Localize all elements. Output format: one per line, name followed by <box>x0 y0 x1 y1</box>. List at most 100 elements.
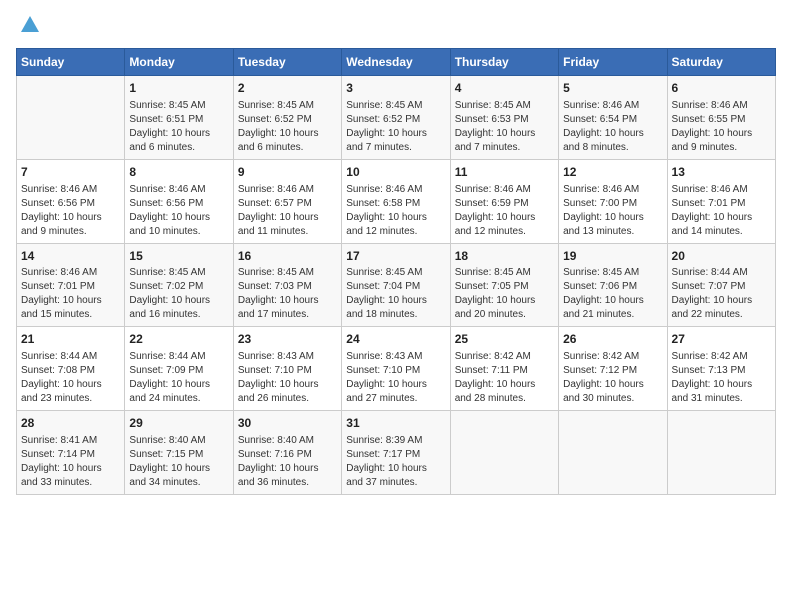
calendar-cell: 10 Sunrise: 8:46 AM Sunset: 6:58 PM Dayli… <box>342 159 450 243</box>
weekday-header-friday: Friday <box>559 49 667 76</box>
weekday-header-thursday: Thursday <box>450 49 558 76</box>
day-content: Sunrise: 8:42 AM Sunset: 7:12 PM Dayligh… <box>563 350 662 406</box>
day-number: 21 <box>21 331 120 348</box>
day-content: Sunrise: 8:45 AM Sunset: 7:02 PM Dayligh… <box>129 266 228 322</box>
day-number: 25 <box>455 331 554 348</box>
calendar-cell: 28 Sunrise: 8:41 AM Sunset: 7:14 PM Dayli… <box>17 411 125 495</box>
calendar-cell: 3 Sunrise: 8:45 AM Sunset: 6:52 PM Daylig… <box>342 76 450 160</box>
calendar-cell: 23Sunrise: 8:43 AM Sunset: 7:10 PM Dayli… <box>233 327 341 411</box>
calendar-cell: 11Sunrise: 8:46 AM Sunset: 6:59 PM Dayli… <box>450 159 558 243</box>
day-content: Sunrise: 8:46 AM Sunset: 6:55 PM Dayligh… <box>672 99 771 155</box>
calendar-cell: 19Sunrise: 8:45 AM Sunset: 7:06 PM Dayli… <box>559 243 667 327</box>
day-content: Sunrise: 8:45 AM Sunset: 7:03 PM Dayligh… <box>238 266 337 322</box>
calendar-cell: 21Sunrise: 8:44 AM Sunset: 7:08 PM Dayli… <box>17 327 125 411</box>
weekday-header-sunday: Sunday <box>17 49 125 76</box>
day-number: 16 <box>238 248 337 265</box>
day-number: 20 <box>672 248 771 265</box>
day-number: 19 <box>563 248 662 265</box>
day-number: 26 <box>563 331 662 348</box>
weekday-header-monday: Monday <box>125 49 233 76</box>
day-content: Sunrise: 8:45 AM Sunset: 7:05 PM Dayligh… <box>455 266 554 322</box>
day-content: Sunrise: 8:42 AM Sunset: 7:13 PM Dayligh… <box>672 350 771 406</box>
calendar-cell <box>450 411 558 495</box>
page-header <box>16 16 776 36</box>
day-number: 29 <box>129 415 228 432</box>
day-content: Sunrise: 8:45 AM Sunset: 6:52 PM Dayligh… <box>346 99 445 155</box>
calendar-cell: 16Sunrise: 8:45 AM Sunset: 7:03 PM Dayli… <box>233 243 341 327</box>
day-content: Sunrise: 8:45 AM Sunset: 6:52 PM Dayligh… <box>238 99 337 155</box>
day-number: 13 <box>672 164 771 181</box>
day-number: 10 <box>346 164 445 181</box>
calendar-cell: 9 Sunrise: 8:46 AM Sunset: 6:57 PM Daylig… <box>233 159 341 243</box>
day-content: Sunrise: 8:46 AM Sunset: 7:01 PM Dayligh… <box>672 183 771 239</box>
calendar-cell: 13 Sunrise: 8:46 AM Sunset: 7:01 PM Dayli… <box>667 159 775 243</box>
calendar-header: SundayMondayTuesdayWednesdayThursdayFrid… <box>17 49 776 76</box>
calendar-cell: 14Sunrise: 8:46 AM Sunset: 7:01 PM Dayli… <box>17 243 125 327</box>
calendar-cell: 20Sunrise: 8:44 AM Sunset: 7:07 PM Dayli… <box>667 243 775 327</box>
day-number: 12 <box>563 164 662 181</box>
calendar-body: 1 Sunrise: 8:45 AM Sunset: 6:51 PM Daylig… <box>17 76 776 495</box>
day-content: Sunrise: 8:46 AM Sunset: 6:56 PM Dayligh… <box>129 183 228 239</box>
day-content: Sunrise: 8:40 AM Sunset: 7:16 PM Dayligh… <box>238 434 337 490</box>
day-content: Sunrise: 8:45 AM Sunset: 7:06 PM Dayligh… <box>563 266 662 322</box>
calendar-cell <box>667 411 775 495</box>
calendar-week-1: 1 Sunrise: 8:45 AM Sunset: 6:51 PM Daylig… <box>17 76 776 160</box>
calendar-week-4: 21Sunrise: 8:44 AM Sunset: 7:08 PM Dayli… <box>17 327 776 411</box>
calendar-cell: 31Sunrise: 8:39 AM Sunset: 7:17 PM Dayli… <box>342 411 450 495</box>
day-number: 24 <box>346 331 445 348</box>
calendar-cell: 8 Sunrise: 8:46 AM Sunset: 6:56 PM Daylig… <box>125 159 233 243</box>
day-number: 8 <box>129 164 228 181</box>
day-content: Sunrise: 8:41 AM Sunset: 7:14 PM Dayligh… <box>21 434 120 490</box>
calendar-cell: 17Sunrise: 8:45 AM Sunset: 7:04 PM Dayli… <box>342 243 450 327</box>
calendar-cell: 6 Sunrise: 8:46 AM Sunset: 6:55 PM Daylig… <box>667 76 775 160</box>
calendar-week-2: 7 Sunrise: 8:46 AM Sunset: 6:56 PM Daylig… <box>17 159 776 243</box>
weekday-header-saturday: Saturday <box>667 49 775 76</box>
day-content: Sunrise: 8:45 AM Sunset: 6:53 PM Dayligh… <box>455 99 554 155</box>
day-number: 4 <box>455 80 554 97</box>
day-content: Sunrise: 8:46 AM Sunset: 6:54 PM Dayligh… <box>563 99 662 155</box>
calendar-table: SundayMondayTuesdayWednesdayThursdayFrid… <box>16 48 776 495</box>
day-content: Sunrise: 8:39 AM Sunset: 7:17 PM Dayligh… <box>346 434 445 490</box>
day-content: Sunrise: 8:43 AM Sunset: 7:10 PM Dayligh… <box>238 350 337 406</box>
day-content: Sunrise: 8:44 AM Sunset: 7:07 PM Dayligh… <box>672 266 771 322</box>
day-number: 28 <box>21 415 120 432</box>
day-number: 30 <box>238 415 337 432</box>
day-number: 2 <box>238 80 337 97</box>
day-number: 18 <box>455 248 554 265</box>
day-content: Sunrise: 8:46 AM Sunset: 6:57 PM Dayligh… <box>238 183 337 239</box>
day-number: 3 <box>346 80 445 97</box>
day-number: 14 <box>21 248 120 265</box>
calendar-cell: 12 Sunrise: 8:46 AM Sunset: 7:00 PM Dayli… <box>559 159 667 243</box>
day-number: 27 <box>672 331 771 348</box>
day-content: Sunrise: 8:46 AM Sunset: 6:59 PM Dayligh… <box>455 183 554 239</box>
logo-icon <box>19 14 41 36</box>
calendar-cell: 5Sunrise: 8:46 AM Sunset: 6:54 PM Daylig… <box>559 76 667 160</box>
day-number: 1 <box>129 80 228 97</box>
calendar-cell: 22Sunrise: 8:44 AM Sunset: 7:09 PM Dayli… <box>125 327 233 411</box>
logo <box>16 16 41 36</box>
weekday-header-wednesday: Wednesday <box>342 49 450 76</box>
weekday-header-tuesday: Tuesday <box>233 49 341 76</box>
day-content: Sunrise: 8:45 AM Sunset: 6:51 PM Dayligh… <box>129 99 228 155</box>
day-content: Sunrise: 8:46 AM Sunset: 6:56 PM Dayligh… <box>21 183 120 239</box>
calendar-cell: 24 Sunrise: 8:43 AM Sunset: 7:10 PM Dayli… <box>342 327 450 411</box>
day-number: 22 <box>129 331 228 348</box>
day-content: Sunrise: 8:40 AM Sunset: 7:15 PM Dayligh… <box>129 434 228 490</box>
calendar-week-5: 28 Sunrise: 8:41 AM Sunset: 7:14 PM Dayli… <box>17 411 776 495</box>
calendar-cell <box>559 411 667 495</box>
calendar-cell: 27 Sunrise: 8:42 AM Sunset: 7:13 PM Dayli… <box>667 327 775 411</box>
calendar-week-3: 14Sunrise: 8:46 AM Sunset: 7:01 PM Dayli… <box>17 243 776 327</box>
day-content: Sunrise: 8:46 AM Sunset: 6:58 PM Dayligh… <box>346 183 445 239</box>
day-number: 7 <box>21 164 120 181</box>
calendar-cell <box>17 76 125 160</box>
day-content: Sunrise: 8:43 AM Sunset: 7:10 PM Dayligh… <box>346 350 445 406</box>
day-number: 9 <box>238 164 337 181</box>
day-number: 15 <box>129 248 228 265</box>
day-content: Sunrise: 8:42 AM Sunset: 7:11 PM Dayligh… <box>455 350 554 406</box>
day-number: 6 <box>672 80 771 97</box>
calendar-cell: 7 Sunrise: 8:46 AM Sunset: 6:56 PM Daylig… <box>17 159 125 243</box>
calendar-cell: 4 Sunrise: 8:45 AM Sunset: 6:53 PM Daylig… <box>450 76 558 160</box>
calendar-cell: 2 Sunrise: 8:45 AM Sunset: 6:52 PM Daylig… <box>233 76 341 160</box>
calendar-cell: 1 Sunrise: 8:45 AM Sunset: 6:51 PM Daylig… <box>125 76 233 160</box>
day-content: Sunrise: 8:46 AM Sunset: 7:00 PM Dayligh… <box>563 183 662 239</box>
